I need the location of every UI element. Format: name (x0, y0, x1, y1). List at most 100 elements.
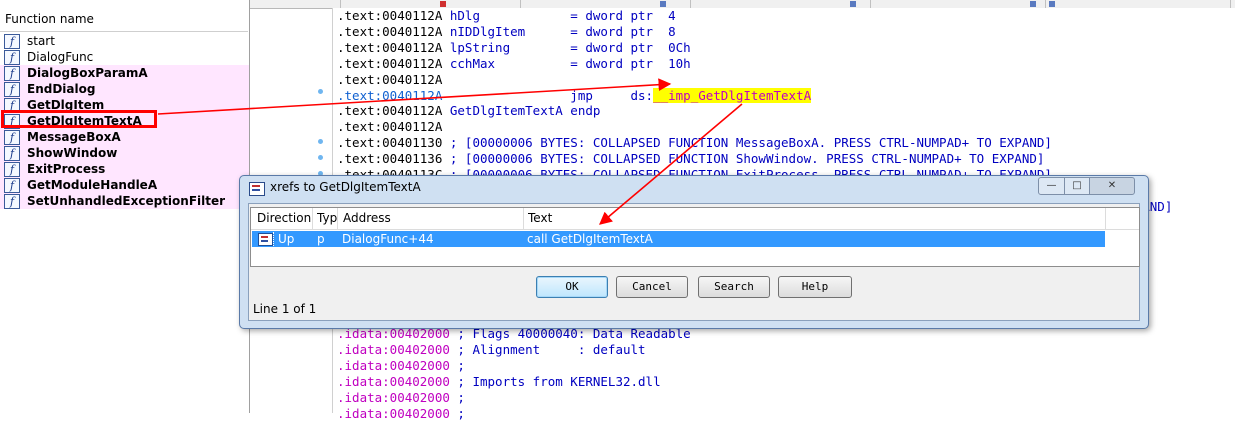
gutter-bullet (318, 139, 323, 144)
gutter-bullet (318, 89, 323, 94)
function-list-item[interactable]: f DialogFunc (0, 49, 249, 65)
xrefs-table: Direction Typ Address Text Up p DialogFu… (250, 207, 1140, 267)
function-icon: f (4, 178, 20, 193)
disasm-line[interactable]: .text:0040112A (337, 72, 442, 88)
disasm-code: cchMax = dword ptr 10h (442, 55, 691, 71)
function-list-item[interactable]: f ShowWindow (0, 145, 249, 161)
status-line: Line 1 of 1 (253, 302, 317, 316)
focus-dotted-line (273, 232, 277, 246)
column-header-address[interactable]: Address (343, 211, 523, 225)
close-button[interactable]: ✕ (1089, 177, 1135, 195)
function-name: SetUnhandledExceptionFilter (27, 194, 226, 208)
ida-view-icon (440, 1, 446, 7)
row-direction: Up (278, 232, 295, 246)
tab-enums[interactable] (870, 0, 1046, 8)
function-icon: f (4, 194, 20, 209)
selected-function-highlight-box (1, 110, 157, 128)
function-icon: f (4, 162, 20, 177)
disasm-address: .idata:00402000 (337, 341, 450, 357)
help-button[interactable]: Help (778, 276, 852, 298)
function-list-item[interactable]: f SetUnhandledExceptionFilter (0, 193, 249, 209)
disasm-code: ; [00000006 BYTES: COLLAPSED FUNCTION Sh… (442, 151, 1045, 167)
disasm-address: .text:00401130 (337, 135, 443, 151)
disasm-address: .text:00401136 (337, 151, 443, 167)
disasm-address: .text:0040112A (337, 119, 443, 135)
disasm-code: lpString = dword ptr 0Ch (442, 39, 691, 55)
disasm-code: hDlg = dword ptr 4 (442, 8, 676, 23)
cancel-button[interactable]: Cancel (616, 276, 688, 298)
disasm-address: .text:0040112A (337, 103, 443, 119)
tab-hex-view[interactable] (520, 0, 691, 8)
search-button[interactable]: Search (698, 276, 770, 298)
disasm-code: ; Imports from KERNEL32.dll (449, 373, 661, 389)
tab-imports[interactable] (1045, 0, 1231, 8)
column-header-type[interactable]: Typ (317, 211, 337, 225)
disasm-address: .text:0040112A (337, 23, 443, 39)
disasm-line[interactable]: .text:00401130 ; [00000006 BYTES: COLLAP… (337, 135, 1052, 151)
table-row[interactable]: Up p DialogFunc+44 call GetDlgItemTextA (252, 231, 1105, 247)
function-name: start (27, 34, 55, 48)
functions-column-header[interactable]: Function name (0, 9, 248, 32)
disasm-line[interactable]: .text:0040112A cchMax = dword ptr 10h (337, 56, 691, 72)
disasm-line[interactable]: .text:00401136 ; [00000006 BYTES: COLLAP… (337, 151, 1044, 167)
hex-view-icon (660, 1, 666, 7)
disasm-line[interactable]: .text:0040112A nIDDlgItem = dword ptr 8 (337, 24, 676, 40)
highlighted-import-symbol[interactable]: __imp_GetDlgItemTextA (653, 87, 812, 103)
disasm-line[interactable]: .text:0040112A hDlg = dword ptr 4 (337, 8, 676, 24)
function-name-header-label: Function name (5, 12, 94, 26)
function-list-item[interactable]: f EndDialog (0, 81, 249, 97)
disasm-code: ; (449, 405, 465, 421)
disasm-address: .idata:00402000 (337, 389, 450, 405)
column-header-direction[interactable]: Direction (257, 211, 312, 225)
function-list-item[interactable]: f GetModuleHandleA (0, 177, 249, 193)
function-name: MessageBoxA (27, 130, 121, 144)
gutter-bullet (318, 155, 323, 160)
column-header-text[interactable]: Text (528, 211, 728, 225)
disasm-line[interactable]: .text:0040112A (337, 119, 442, 135)
xrefs-dialog: xrefs to GetDlgItemTextA — □ ✕ Direction… (239, 175, 1149, 329)
disasm-line[interactable]: .text:0040112A jmp ds:__imp_GetDlgItemTe… (337, 87, 812, 104)
function-list-item[interactable]: f MessageBoxA (0, 129, 249, 145)
disasm-address: .text:0040112A (337, 8, 443, 23)
function-name: GetModuleHandleA (27, 178, 158, 192)
row-type: p (317, 232, 325, 246)
disasm-line[interactable]: .text:0040112A GetDlgItemTextA endp (337, 103, 600, 119)
disasm-line[interactable]: .idata:00402000 ; Alignment : default (337, 342, 646, 358)
functions-window: Function name f start f DialogFunc f DialogBo… (0, 0, 250, 413)
disasm-address: .idata:00402000 (337, 373, 450, 389)
tab-structures[interactable] (690, 0, 871, 8)
function-icon: f (4, 50, 20, 65)
disasm-address: .text:0040112A (337, 87, 443, 103)
function-list-item[interactable]: f ExitProcess (0, 161, 249, 177)
function-name: ExitProcess (27, 162, 106, 176)
xref-window-icon (249, 182, 265, 196)
disasm-code: nIDDlgItem = dword ptr 8 (442, 23, 676, 39)
function-name: DialogBoxParamA (27, 66, 148, 80)
disasm-address: .idata:00402000 (337, 405, 450, 421)
disasm-line[interactable]: .idata:00402000 ; (337, 406, 465, 422)
xref-entry-icon (258, 233, 273, 246)
function-list-item[interactable]: f start (0, 33, 249, 49)
disasm-line[interactable]: .idata:00402000 ; (337, 390, 465, 406)
function-icon: f (4, 82, 20, 97)
tab-ida-view[interactable] (340, 0, 521, 8)
function-icon: f (4, 146, 20, 161)
disasm-code: ; (449, 389, 465, 405)
disasm-code: jmp ds: (442, 87, 654, 103)
function-list-item[interactable]: f DialogBoxParamA (0, 65, 249, 81)
disasm-line[interactable]: .text:0040112A lpString = dword ptr 0Ch (337, 40, 691, 56)
disasm-address: .text:0040112A (337, 55, 443, 71)
row-text: call GetDlgItemTextA (527, 232, 653, 246)
maximize-button[interactable]: □ (1064, 177, 1090, 195)
disasm-line[interactable]: .idata:00402000 ; (337, 358, 465, 374)
disasm-code: ; Alignment : default (449, 341, 646, 357)
tab-functions[interactable] (250, 0, 341, 8)
disasm-line[interactable]: .idata:00402000 ; Imports from KERNEL32.… (337, 374, 661, 390)
function-name: ShowWindow (27, 146, 118, 160)
dialog-title: xrefs to GetDlgItemTextA (270, 180, 421, 194)
function-name: EndDialog (27, 82, 96, 96)
ok-button[interactable]: OK (536, 276, 608, 298)
imports-icon (1049, 1, 1055, 7)
minimize-button[interactable]: — (1038, 177, 1065, 195)
dialog-titlebar[interactable]: xrefs to GetDlgItemTextA — □ ✕ (240, 176, 1148, 202)
